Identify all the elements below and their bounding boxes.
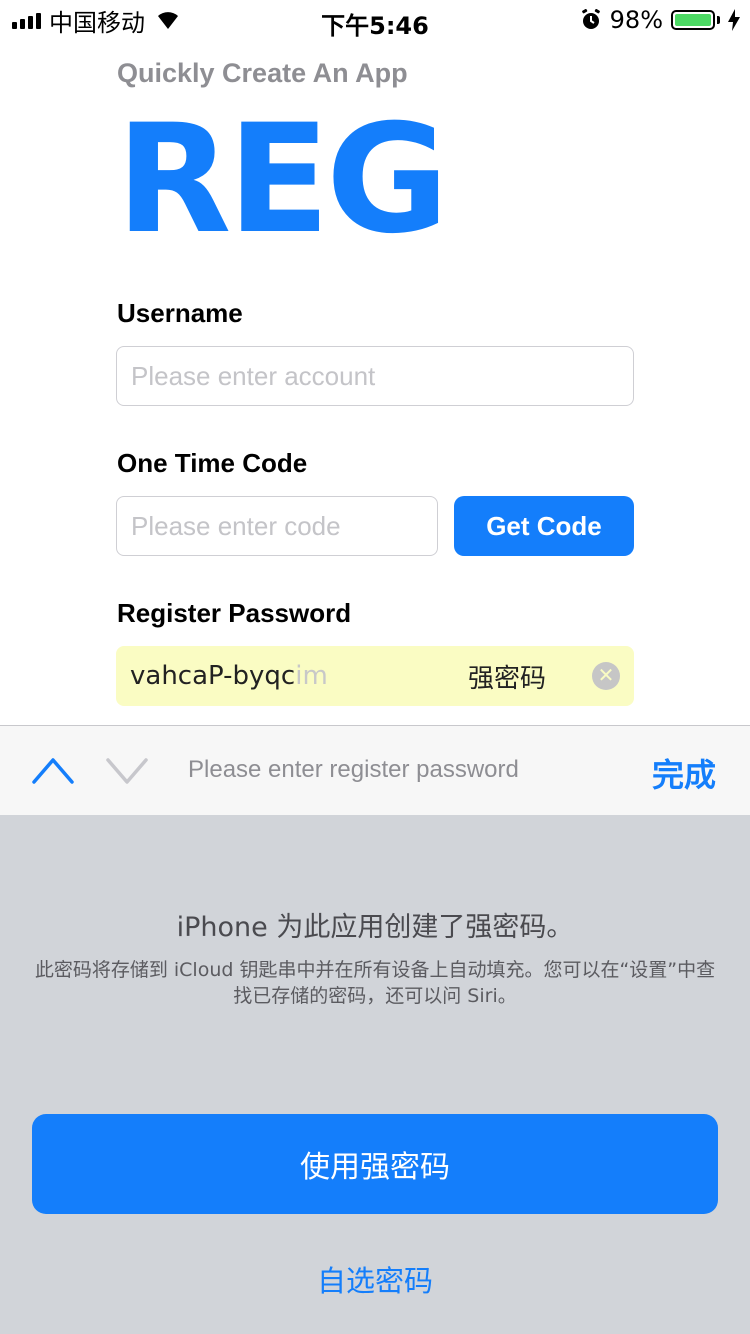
strong-password-sheet: iPhone 为此应用创建了强密码。 此密码将存储到 iCloud 钥匙串中并在… [0, 815, 750, 1334]
battery-percent: 98% [609, 6, 663, 34]
alarm-icon [581, 9, 600, 29]
password-input[interactable]: vahcaP-byqcim 强密码 ✕ [116, 646, 634, 706]
app-logo: REG [116, 93, 449, 267]
chevron-up-icon[interactable] [32, 754, 74, 786]
code-input[interactable]: Please enter code [116, 496, 438, 556]
clear-icon[interactable]: ✕ [592, 662, 620, 690]
get-code-button[interactable]: Get Code [454, 496, 634, 556]
strong-password-tag: 强密码 [468, 663, 547, 694]
password-label: Register Password [117, 598, 352, 628]
sheet-title: iPhone 为此应用创建了强密码。 [176, 912, 574, 943]
app-subtitle: Quickly Create An App [117, 58, 408, 88]
charging-bolt-icon [728, 9, 740, 31]
done-button[interactable]: 完成 [652, 750, 716, 796]
use-strong-password-button[interactable]: 使用强密码 [32, 1114, 718, 1214]
password-value: vahcaP-byqcim [130, 661, 328, 691]
chevron-down-icon[interactable] [106, 754, 148, 786]
code-placeholder: Please enter code [131, 510, 341, 541]
keyboard-toolbar: Please enter register password 完成 [0, 725, 750, 815]
battery-tip [717, 16, 720, 24]
battery-icon [671, 10, 715, 30]
choose-own-password-button[interactable]: 自选密码 [0, 1258, 750, 1300]
sheet-description: 此密码将存储到 iCloud 钥匙串中并在所有设备上自动填充。您可以在“设置”中… [34, 959, 716, 1007]
code-label: One Time Code [117, 448, 308, 478]
toolbar-hint: Please enter register password [188, 756, 519, 783]
username-input[interactable]: Please enter account [116, 346, 634, 406]
username-label: Username [117, 298, 243, 328]
username-placeholder: Please enter account [131, 360, 376, 391]
status-bar: 中国移动 下午5:46 98% [0, 0, 750, 40]
status-right: 98% [580, 6, 740, 34]
